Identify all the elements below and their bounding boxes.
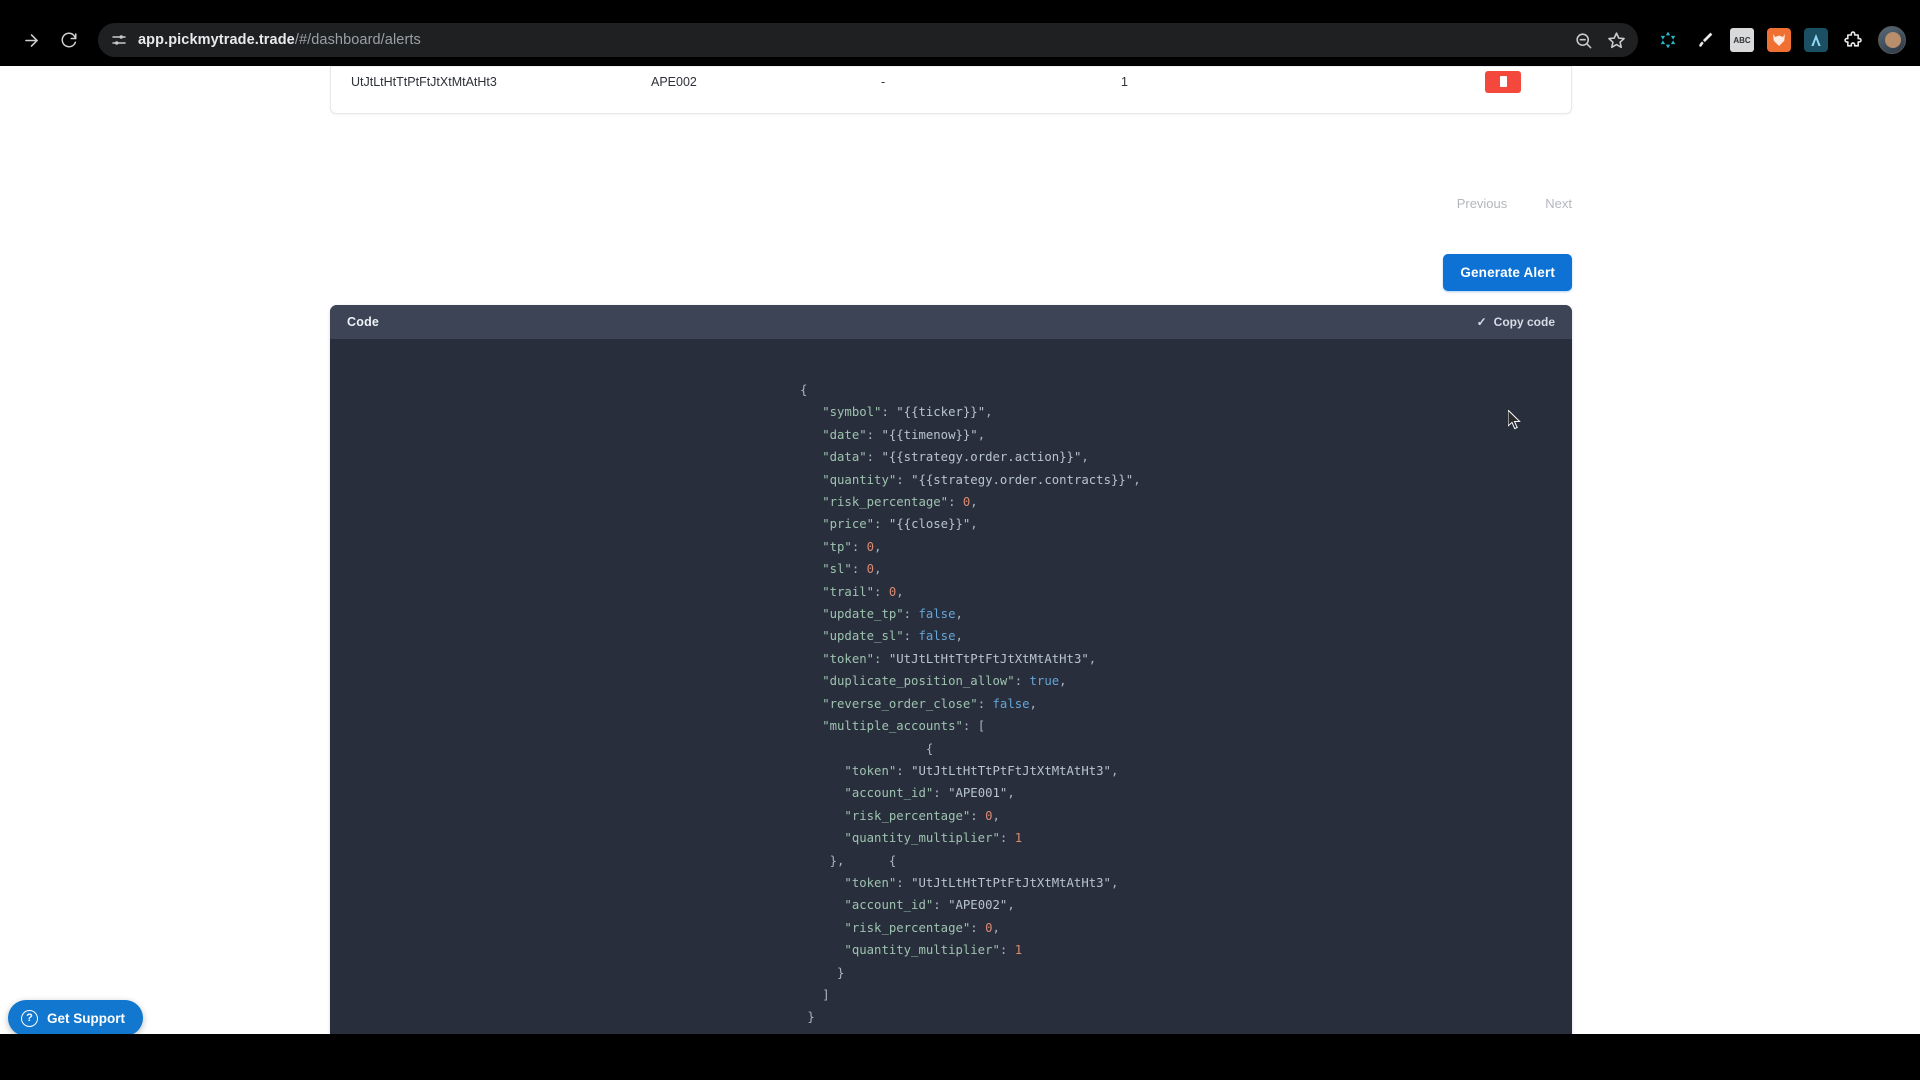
alerts-table-card: UtJtLtHtTtPtFtJtXtMtAtHt3 APE002 - 1 <box>330 66 1572 114</box>
url-domain: app.pickmytrade.trade <box>138 32 295 48</box>
generate-alert-wrap: Generate Alert <box>1443 254 1572 291</box>
lambda-extension-icon[interactable] <box>1804 28 1828 52</box>
brush-extension-icon[interactable] <box>1693 28 1717 52</box>
row-token: UtJtLtHtTtPtFtJtXtMtAtHt3 <box>351 74 497 89</box>
browser-toolbar: app.pickmytrade.trade/#/dashboard/alerts… <box>0 14 1920 66</box>
get-support-label: Get Support <box>47 1010 125 1026</box>
profile-avatar-icon[interactable] <box>1878 26 1906 54</box>
pagination-previous[interactable]: Previous <box>1457 196 1508 211</box>
snowflake-extension-icon[interactable] <box>1656 28 1680 52</box>
row-dash: - <box>881 74 886 89</box>
row-actions <box>1411 70 1551 93</box>
extensions-tray: ABC <box>1650 26 1906 54</box>
code-block[interactable]: { "symbol": "{{ticker}}", "date": "{{tim… <box>330 379 1572 1029</box>
bottom-black-band <box>0 1034 1920 1080</box>
code-panel: Code ✓ Copy code { "symbol": "{{ticker}}… <box>330 305 1572 1034</box>
code-panel-body: { "symbol": "{{ticker}}", "date": "{{tim… <box>330 339 1572 1034</box>
pagination: Previous Next <box>1457 196 1572 211</box>
card-extension-icon[interactable]: ABC <box>1730 28 1754 52</box>
get-support-button[interactable]: ? Get Support <box>8 1000 143 1034</box>
site-settings-icon[interactable] <box>110 31 128 49</box>
puzzle-extensions-icon[interactable] <box>1841 28 1865 52</box>
forward-arrow-icon[interactable] <box>14 23 48 57</box>
zoom-magnifier-icon[interactable] <box>1574 31 1593 50</box>
pagination-next[interactable]: Next <box>1545 196 1572 211</box>
table-row[interactable]: UtJtLtHtTtPtFtJtXtMtAtHt3 APE002 - 1 <box>331 66 1571 96</box>
address-bar[interactable]: app.pickmytrade.trade/#/dashboard/alerts <box>98 23 1638 57</box>
fox-extension-icon[interactable] <box>1767 28 1791 52</box>
code-panel-title: Code <box>347 315 380 329</box>
question-mark-icon: ? <box>21 1009 38 1027</box>
row-quantity: 1 <box>1121 74 1128 89</box>
copy-code-label: Copy code <box>1493 315 1555 329</box>
reload-icon[interactable] <box>52 23 86 57</box>
page-viewport: UtJtLtHtTtPtFtJtXtMtAtHt3 APE002 - 1 Pre… <box>0 66 1920 1034</box>
row-account-id: APE002 <box>651 74 697 89</box>
copy-code-button[interactable]: ✓ Copy code <box>1477 315 1555 329</box>
card-extension-label: ABC <box>1733 35 1751 45</box>
generate-alert-button[interactable]: Generate Alert <box>1443 254 1572 291</box>
url-text: app.pickmytrade.trade/#/dashboard/alerts <box>138 32 421 48</box>
check-icon: ✓ <box>1476 315 1487 329</box>
trash-delete-icon[interactable] <box>1485 70 1521 93</box>
browser-chrome: app.pickmytrade.trade/#/dashboard/alerts… <box>0 0 1920 66</box>
url-path: /#/dashboard/alerts <box>294 32 421 48</box>
bookmark-star-icon[interactable] <box>1607 31 1626 50</box>
code-panel-header: Code ✓ Copy code <box>330 305 1572 339</box>
